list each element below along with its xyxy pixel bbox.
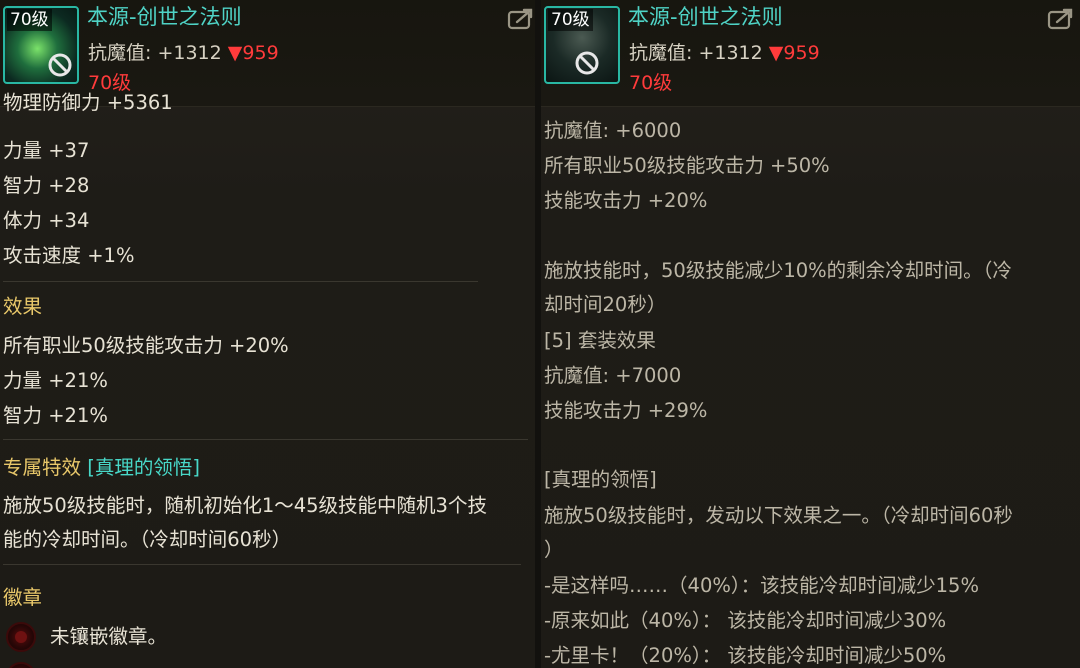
no-entry-icon [48,53,72,77]
special-option-line: -尤里卡！（20%）： 该技能冷却时间减少50% [544,644,947,667]
special-desc-line: 能的冷却时间。（冷却时间60秒） [3,528,292,551]
stat-vitality: 体力 +34 [3,209,90,232]
required-level: 70级 [629,72,673,94]
desc-line: 却时间20秒） [544,293,667,316]
item-name: 本源-创世之法则 [87,5,242,29]
special-desc-line: 施放50级技能时，随机初始化1～45级技能中随机3个技 [3,494,487,517]
special-effect-header: 专属特效 [真理的领悟] [3,453,200,483]
tooltip-header: 70级 本源-创世之法则 抗魔值: +1312 ▼959 70级 [541,0,1080,107]
set-effect-line: 技能攻击力 +29% [544,399,708,422]
effect-title: 效果 [3,295,43,318]
special-name: [真理的领悟] [87,456,200,479]
effect-line: 力量 +21% [3,369,108,392]
stat-line-cut: 物理防御力 +5361 [3,91,173,114]
item-level-badge: 70级 [548,9,593,31]
item-tooltip-left: 70级 本源-创世之法则 抗魔值: +1312 ▼959 70级 物理防御力 +… [0,0,535,668]
compare-stat-line: 抗魔值: +1312 ▼959 [88,39,279,67]
emblem-title: 徽章 [3,586,43,609]
item-level-badge: 70级 [7,9,52,31]
stat-up-value: +1312 [698,42,763,64]
no-entry-icon [575,51,599,75]
special-option-line: -原来如此（40%）： 该技能冷却时间减少30% [544,609,947,632]
divider [3,439,528,440]
special-desc-line: ） [544,538,564,561]
special-title: 专属特效 [3,456,82,479]
divider [3,281,478,282]
export-arrow-icon[interactable] [507,7,535,31]
item-name: 本源-创世之法则 [628,5,783,29]
stat-strength: 力量 +37 [3,139,90,162]
effect-line: 智力 +21% [3,404,108,427]
item-icon[interactable]: 70级 [544,6,620,84]
compare-stat-line: 抗魔值: +1312 ▼959 [629,39,820,67]
special-desc-line: 施放50级技能时，发动以下效果之一。（冷却时间60秒 [544,504,1013,527]
stat-up-value: +1312 [157,42,222,64]
special-title: [真理的领悟] [544,468,657,491]
effect-line: 所有职业50级技能攻击力 +20% [3,334,289,357]
emblem-empty-text: 未镶嵌徽章。 [50,625,168,648]
desc-line: 施放技能时，50级技能减少10%的剩余冷却时间。（冷 [544,259,1012,282]
stat-intelligence: 智力 +28 [3,174,90,197]
divider [3,564,521,565]
stat-down-value: ▼959 [768,42,820,64]
emblem-slot-icon[interactable] [6,622,36,652]
export-arrow-icon[interactable] [1047,7,1075,31]
stat-down-value: ▼959 [227,42,279,64]
special-option-line: -是这样吗……（40%）：该技能冷却时间减少15% [544,574,979,597]
stat-label: 抗魔值: [629,42,699,64]
emblem-slot-icon[interactable] [6,662,36,668]
attr-line: 所有职业50级技能攻击力 +50% [544,154,830,177]
item-tooltip-right: 70级 本源-创世之法则 抗魔值: +1312 ▼959 70级 抗魔值: +6… [541,0,1080,668]
attr-line: 技能攻击力 +20% [544,189,708,212]
set-effect-title: [5] 套装效果 [544,329,656,352]
stat-label: 抗魔值: [88,42,158,64]
attr-line: 抗魔值: +6000 [544,119,682,142]
item-icon[interactable]: 70级 [3,6,79,84]
set-effect-line: 抗魔值: +7000 [544,364,682,387]
stat-attack-speed: 攻击速度 +1% [3,244,135,267]
